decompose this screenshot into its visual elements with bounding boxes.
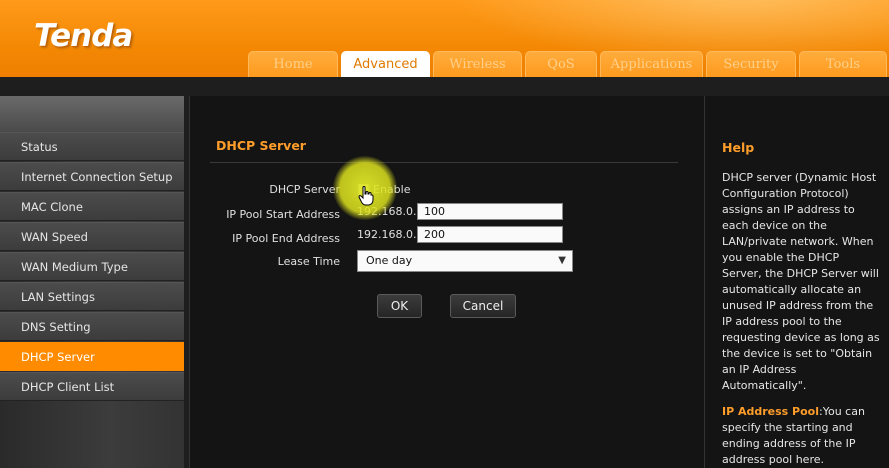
sidebar-item-dns-setting[interactable]: DNS Setting [0,312,184,341]
help-panel: Help DHCP server (Dynamic Host Configura… [704,96,889,468]
tab-home[interactable]: Home [248,51,338,77]
sidebar-item-dhcp-server[interactable]: DHCP Server [0,342,184,371]
end-address-input[interactable]: 200 [417,226,563,243]
cancel-button[interactable]: Cancel [450,294,516,318]
title-divider [210,162,678,163]
help-ip-pool: IP Address Pool:You can specify the star… [722,404,882,468]
header: Tenda Home Advanced Wireless QoS Applica… [0,0,889,77]
start-address-input[interactable]: 100 [417,203,563,220]
tenda-logo: Tenda [34,18,133,54]
dhcp-server-label: DHCP Server [269,183,340,196]
sidebar-item-internet-connection-setup[interactable]: Internet Connection Setup [0,162,184,191]
help-title: Help [722,140,755,155]
sidebar-item-mac-clone[interactable]: MAC Clone [0,192,184,221]
tab-advanced[interactable]: Advanced [341,51,430,77]
tab-qos[interactable]: QoS [525,51,597,77]
end-address-prefix: 192.168.0. [357,228,417,241]
sidebar-item-dhcp-client-list[interactable]: DHCP Client List [0,372,184,401]
sidebar: Status Internet Connection Setup MAC Clo… [0,96,184,468]
hand-pointer-icon [358,186,374,206]
lease-time-label: Lease Time [277,255,340,268]
help-ip-pool-title: IP Address Pool [722,405,820,418]
page-title: DHCP Server [216,138,306,153]
chevron-down-icon: ▼ [558,255,566,266]
tab-tools[interactable]: Tools [799,51,887,77]
tab-security[interactable]: Security [706,51,796,77]
lease-time-select[interactable]: One day ▼ [357,250,573,272]
sidebar-item-status[interactable]: Status [0,132,184,161]
lease-time-value: One day [366,254,413,267]
sidebar-item-wan-speed[interactable]: WAN Speed [0,222,184,251]
end-address-label: IP Pool End Address [232,232,340,245]
tab-wireless[interactable]: Wireless [433,51,522,77]
sidebar-item-lan-settings[interactable]: LAN Settings [0,282,184,311]
start-address-label: IP Pool Start Address [226,208,340,221]
ok-button[interactable]: OK [377,294,422,318]
tab-applications[interactable]: Applications [600,51,703,77]
main-panel: DHCP Server DHCP Server Enable IP Pool S… [189,96,704,468]
sidebar-header [0,96,184,132]
help-body: DHCP server (Dynamic Host Configuration … [722,171,880,392]
sidebar-item-wan-medium-type[interactable]: WAN Medium Type [0,252,184,281]
